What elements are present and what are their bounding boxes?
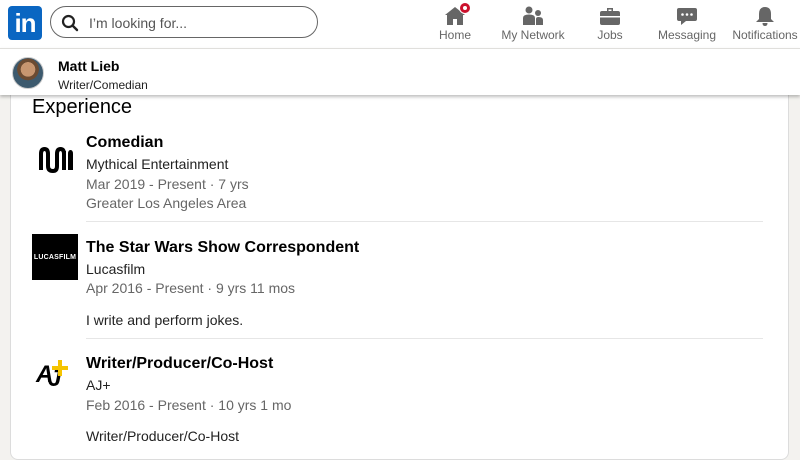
experience-dates: Feb 2016 - Present · 10 yrs 1 mo: [86, 397, 292, 413]
experience-company: AJ+: [86, 377, 111, 393]
experience-dates: Mar 2019 - Present · 7 yrs: [86, 176, 249, 192]
experience-role[interactable]: Writer/Producer/Co-Host: [86, 355, 273, 373]
experience-dates: Apr 2016 - Present · 9 yrs 11 mos: [86, 280, 296, 296]
divider: [86, 338, 763, 339]
sticky-profile-bar: Matt Lieb Writer/Comedian: [0, 48, 800, 95]
bell-icon: [756, 7, 774, 26]
linkedin-logo[interactable]: in: [8, 6, 42, 40]
experience-description: I write and perform jokes.: [86, 312, 244, 328]
search-bar[interactable]: [50, 6, 318, 38]
search-icon: [61, 14, 79, 32]
experience-company: Lucasfilm: [86, 261, 146, 277]
nav-notifications-label: Notifications: [732, 28, 798, 42]
experience-company: Mythical Entertainment: [86, 156, 229, 172]
profile-name: Matt Lieb: [58, 58, 120, 74]
experience-description: Writer/Producer/Co-Host: [86, 428, 240, 444]
network-icon: [523, 6, 543, 25]
lucasfilm-logo[interactable]: LUCASFILM: [32, 234, 78, 280]
nav-home[interactable]: Home: [430, 0, 480, 48]
messaging-icon: [677, 8, 697, 25]
notification-badge: [459, 2, 471, 14]
nav-messaging[interactable]: Messaging: [656, 0, 718, 48]
nav-jobs-label: Jobs: [597, 28, 623, 42]
divider: [86, 221, 763, 222]
nav-jobs[interactable]: Jobs: [590, 0, 630, 48]
profile-headline: Writer/Comedian: [58, 78, 148, 92]
nav-notifications[interactable]: Notifications: [730, 0, 800, 48]
nav-home-label: Home: [438, 28, 471, 42]
experience-role[interactable]: The Star Wars Show Correspondent: [86, 239, 359, 257]
experience-location: Greater Los Angeles Area: [86, 195, 247, 211]
lucasfilm-logo-text: LUCASFILM: [33, 253, 77, 261]
ajplus-logo[interactable]: A J: [32, 352, 78, 398]
mythical-logo[interactable]: [32, 136, 78, 182]
search-input[interactable]: [87, 11, 311, 35]
top-nav: in Home My Network Jobs: [0, 0, 800, 48]
briefcase-icon: [600, 8, 620, 25]
section-title-experience: Experience: [32, 96, 133, 118]
avatar[interactable]: [12, 57, 44, 89]
nav-my-network-label: My Network: [501, 28, 565, 42]
experience-role[interactable]: Comedian: [86, 134, 163, 152]
nav-messaging-label: Messaging: [657, 28, 717, 42]
nav-my-network[interactable]: My Network: [497, 0, 569, 48]
